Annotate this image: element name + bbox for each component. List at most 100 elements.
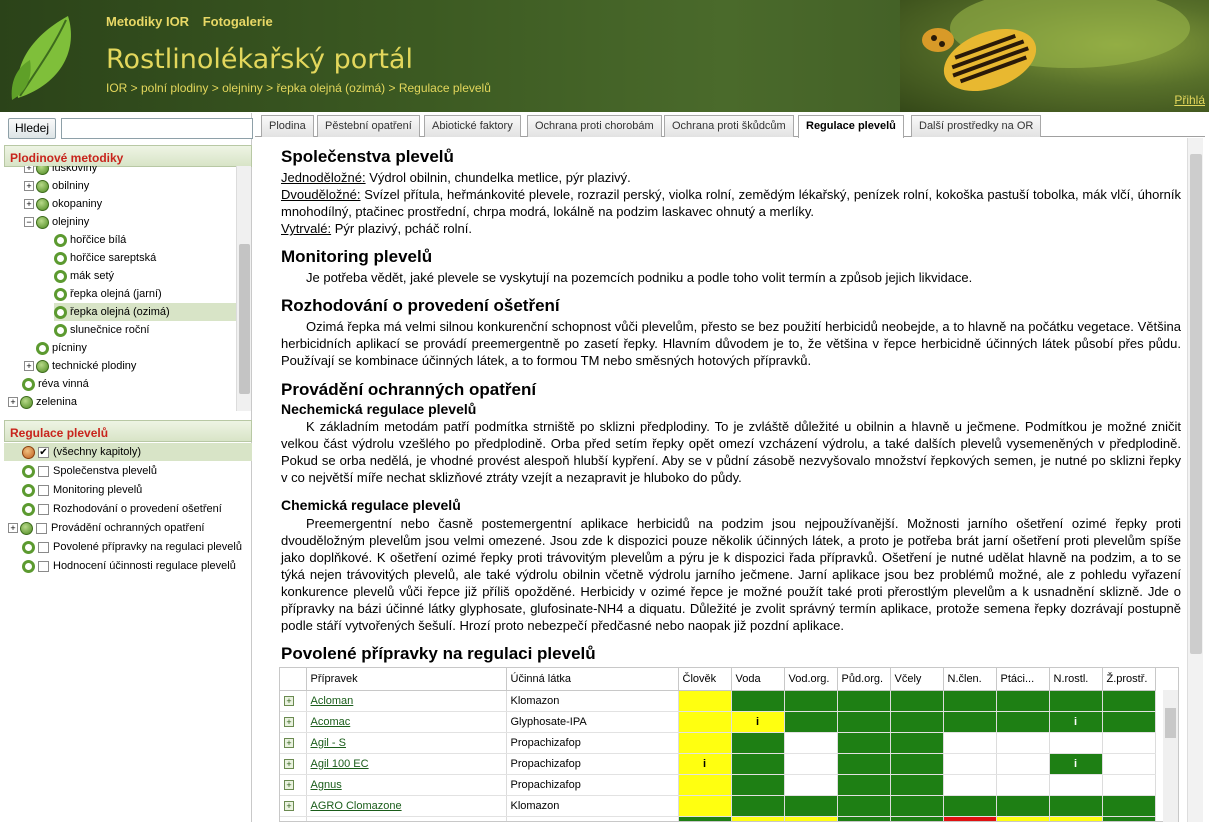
chapter-item-povolene-pripravky[interactable]: Povolené přípravky na regulaci plevelů (22, 538, 242, 556)
tree-item-technicke-plodiny[interactable]: + technické plodiny (24, 357, 136, 375)
product-link[interactable]: Acloman (311, 695, 354, 707)
tab-regulace-plevelu[interactable]: Regulace plevelů (798, 115, 904, 138)
column-header[interactable]: N.člen. (943, 668, 997, 691)
checkbox[interactable] (38, 503, 49, 515)
column-header[interactable]: Ptáci... (996, 668, 1050, 691)
checkbox[interactable] (38, 560, 49, 572)
scrollbar-thumb[interactable] (1190, 154, 1202, 654)
expand-icon[interactable]: + (8, 523, 18, 534)
table-row[interactable]: + Acomac Glyphosate-IPA i i (280, 711, 1156, 733)
weed-regulation-header[interactable]: Regulace plevelů (4, 420, 252, 442)
table-row[interactable]: + Acloman Klomazon (280, 690, 1156, 712)
plant-methods-header[interactable]: Plodinové metodiky (4, 145, 252, 167)
column-header[interactable]: Voda (731, 668, 785, 691)
expand-row-icon[interactable]: + (284, 716, 294, 727)
product-name-cell[interactable]: Agnus (306, 774, 507, 796)
expand-row-icon[interactable]: + (284, 779, 294, 790)
product-name-cell[interactable]: Acomac (306, 711, 507, 733)
column-header[interactable]: Půd.org. (837, 668, 891, 691)
tab-ochrana-proti-skudcum[interactable]: Ochrana proti škůdcům (664, 115, 794, 137)
tree-item-repka-ozima[interactable]: řepka olejná (ozimá) (54, 303, 236, 321)
scrollbar-thumb[interactable] (239, 244, 250, 394)
search-input[interactable] (61, 118, 253, 139)
plant-tree-scrollbar[interactable] (236, 166, 251, 411)
tree-item-mak-sety[interactable]: mák setý (54, 267, 114, 285)
product-name-cell[interactable]: Agil 100 EC (306, 753, 507, 775)
table-row[interactable] (280, 816, 1156, 821)
tab-dalsi-prostredky[interactable]: Další prostředky na OR (911, 115, 1042, 137)
expand-icon[interactable]: + (24, 199, 34, 210)
product-name-cell[interactable]: Agil - S (306, 732, 507, 754)
checkbox[interactable] (38, 484, 49, 496)
tree-item-okopaniny[interactable]: + okopaniny (24, 195, 102, 213)
collapse-icon[interactable]: − (24, 217, 34, 228)
table-row[interactable]: + Agil - S Propachizafop (280, 732, 1156, 754)
chapter-item-rozhodovani[interactable]: Rozhodování o provedení ošetření (22, 500, 222, 518)
expand-row-icon[interactable]: + (284, 758, 294, 769)
expand-cell[interactable]: + (280, 711, 307, 733)
product-name-cell[interactable] (306, 816, 507, 821)
tree-item-repka-jarni[interactable]: řepka olejná (jarní) (54, 285, 162, 303)
product-link[interactable]: Agnus (311, 779, 342, 791)
chapter-item-hodnoceni[interactable]: Hodnocení účinnosti regulace plevelů (22, 557, 236, 575)
product-link[interactable]: AGRO Clomazone (311, 800, 402, 812)
checkbox[interactable] (38, 541, 49, 553)
chapter-item-provadeni[interactable]: + Provádění ochranných opatření (8, 519, 205, 537)
chapter-item-spolecenstva[interactable]: Společenstva plevelů (22, 462, 157, 480)
tree-item-picniny[interactable]: pícniny (36, 339, 87, 357)
tree-item-obilniny[interactable]: + obilniny (24, 177, 89, 195)
tree-item-horcice-bila[interactable]: hořčice bílá (54, 231, 126, 249)
content-scrollbar[interactable] (1187, 138, 1203, 822)
scrollbar-thumb[interactable] (1165, 708, 1176, 738)
expand-icon[interactable]: + (24, 166, 34, 174)
search-button[interactable]: Hledej (8, 118, 56, 139)
column-header[interactable]: Včely (890, 668, 944, 691)
expand-icon[interactable]: + (24, 181, 34, 192)
product-name-cell[interactable]: Acloman (306, 690, 507, 712)
tree-item-reva-vinna[interactable]: réva vinná (22, 375, 89, 393)
expand-cell[interactable]: + (280, 795, 307, 817)
column-header[interactable]: Vod.org. (784, 668, 838, 691)
tree-item-luskoviny[interactable]: + luskoviny (24, 166, 97, 177)
tree-item-horcice-sareptska[interactable]: hořčice sareptská (54, 249, 156, 267)
tree-item-olejniny[interactable]: − olejniny (24, 213, 89, 231)
column-header[interactable]: Člověk (678, 668, 732, 691)
expand-cell[interactable]: + (280, 753, 307, 775)
expand-cell[interactable]: + (280, 774, 307, 796)
expand-row-icon[interactable]: + (284, 695, 294, 706)
table-row[interactable]: + Agnus Propachizafop (280, 774, 1156, 796)
expand-cell[interactable]: + (280, 690, 307, 712)
product-link[interactable]: Agil - S (311, 737, 346, 749)
metodiky-link[interactable]: Metodiky IOR (106, 14, 189, 29)
product-name-cell[interactable]: AGRO Clomazone (306, 795, 507, 817)
table-row[interactable]: + AGRO Clomazone Klomazon (280, 795, 1156, 817)
table-row[interactable]: + Agil 100 EC Propachizafop i i (280, 753, 1156, 775)
expand-icon[interactable]: + (8, 397, 18, 408)
expand-cell[interactable]: + (280, 732, 307, 754)
column-header[interactable]: Účinná látka (506, 668, 679, 691)
checkbox[interactable] (36, 522, 47, 534)
expand-cell[interactable] (280, 816, 307, 821)
tab-pestebni-opatreni[interactable]: Pěstební opatření (317, 115, 420, 137)
login-link[interactable]: Přihlá (1174, 93, 1205, 107)
risk-cell (1049, 774, 1103, 796)
tree-item-zelenina[interactable]: + zelenina (8, 393, 77, 411)
expand-icon[interactable]: + (24, 361, 34, 372)
expand-row-icon[interactable]: + (284, 800, 294, 811)
column-header[interactable]: N.rostl. (1049, 668, 1103, 691)
tab-abioticke-faktory[interactable]: Abiotické faktory (424, 115, 521, 137)
grid-scrollbar[interactable] (1163, 690, 1178, 822)
column-header[interactable]: Ž.prostř. (1102, 668, 1156, 691)
tree-item-slunecnice[interactable]: slunečnice roční (54, 321, 150, 339)
product-link[interactable]: Agil 100 EC (311, 758, 369, 770)
expand-row-icon[interactable]: + (284, 737, 294, 748)
checkbox[interactable] (38, 465, 49, 477)
tab-plodina[interactable]: Plodina (261, 115, 314, 137)
product-link[interactable]: Acomac (311, 716, 351, 728)
fotogalerie-link[interactable]: Fotogalerie (203, 14, 273, 29)
checkbox-checked-icon[interactable]: ✔ (38, 446, 49, 458)
chapter-item-all[interactable]: ✔ (všechny kapitoly) (4, 443, 252, 461)
tab-ochrana-proti-chorobam[interactable]: Ochrana proti chorobám (527, 115, 662, 137)
column-header[interactable]: Přípravek (306, 668, 507, 691)
chapter-item-monitoring[interactable]: Monitoring plevelů (22, 481, 142, 499)
